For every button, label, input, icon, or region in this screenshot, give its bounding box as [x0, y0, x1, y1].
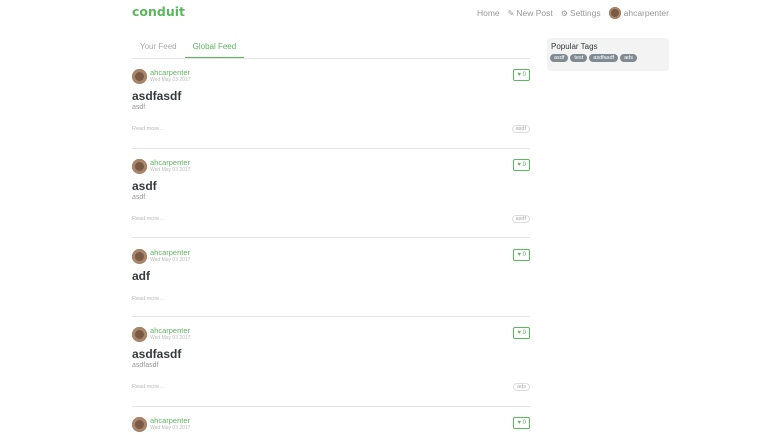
compose-icon: ✎: [507, 8, 515, 18]
author-avatar[interactable]: [132, 159, 147, 174]
nav-new-post[interactable]: ✎ New Post: [508, 8, 553, 18]
gear-icon: ⚙: [560, 8, 568, 18]
article-tag: asdf: [511, 215, 530, 223]
favorite-count: 0: [522, 72, 526, 78]
nav-settings[interactable]: ⚙ Settings: [561, 8, 601, 18]
article-meta: ahcarpenter Wed May 03 2017 ♥ 0: [132, 68, 530, 85]
read-more-link[interactable]: Read more...: [132, 384, 164, 390]
article-description: asdf: [132, 194, 146, 201]
top-nav: Home ✎ New Post ⚙ Settings ahcarpenter: [469, 7, 669, 19]
article-date: Wed May 03 2017: [150, 425, 191, 431]
article-meta: ahcarpenter Wed May 03 2017 ♥ 0: [132, 416, 530, 433]
article-date: Wed May 03 2017: [150, 167, 191, 173]
favorite-button[interactable]: ♥ 0: [513, 249, 530, 261]
tag-pill[interactable]: ads: [620, 54, 637, 62]
tag-pill[interactable]: asdfasdf: [589, 54, 619, 62]
popular-tags-title: Popular Tags: [551, 42, 598, 51]
nav-settings-label: Settings: [569, 8, 601, 18]
popular-tags-panel: Popular Tags asdf test asdfasdf ads: [547, 38, 669, 71]
feed-tabs: Your Feed Global Feed: [132, 38, 530, 59]
article-meta: ahcarpenter Wed May 03 2017 ♥ 0: [132, 248, 530, 265]
article-description: asdf: [132, 104, 146, 111]
brand-logo[interactable]: conduit: [132, 4, 185, 19]
author-avatar[interactable]: [132, 417, 147, 432]
article-date: Wed May 03 2017: [150, 77, 191, 83]
article-title[interactable]: asdfasdf: [132, 89, 530, 103]
article-preview: ahcarpenter Wed May 03 2017 ♥ 0 asdfasdf…: [132, 68, 530, 149]
article-date: Wed May 03 2017: [150, 257, 191, 263]
favorite-count: 0: [522, 252, 526, 258]
article-title[interactable]: adf: [132, 269, 530, 283]
author-avatar[interactable]: [132, 69, 147, 84]
article-preview: ahcarpenter Wed May 03 2017 ♥ 0 adf Read…: [132, 248, 530, 317]
author-link[interactable]: ahcarpenter: [150, 326, 190, 335]
article-preview: ahcarpenter Wed May 03 2017 ♥ 0 asdf asd…: [132, 158, 530, 238]
nav-home[interactable]: Home: [477, 8, 500, 18]
favorite-count: 0: [522, 330, 526, 336]
favorite-button[interactable]: ♥ 0: [513, 159, 530, 171]
tag-pill[interactable]: asdf: [550, 54, 569, 62]
article-description: asdfasdf: [132, 362, 159, 369]
favorite-button[interactable]: ♥ 0: [513, 327, 530, 339]
heart-icon: ♥: [517, 330, 521, 336]
tag-list: asdf test asdfasdf ads: [550, 54, 666, 64]
favorite-count: 0: [522, 420, 526, 426]
author-link[interactable]: ahcarpenter: [150, 68, 190, 77]
article-date: Wed May 03 2017: [150, 335, 191, 341]
read-more-link[interactable]: Read more...: [132, 296, 164, 302]
favorite-button[interactable]: ♥ 0: [513, 417, 530, 429]
heart-icon: ♥: [517, 162, 521, 168]
favorite-count: 0: [522, 162, 526, 168]
article-title[interactable]: asdf: [132, 179, 530, 193]
article-title[interactable]: asdfasdf: [132, 347, 530, 361]
article-preview: ahcarpenter Wed May 03 2017 ♥ 0: [132, 416, 530, 435]
article-meta: ahcarpenter Wed May 03 2017 ♥ 0: [132, 326, 530, 343]
nav-new-post-label: New Post: [516, 8, 553, 18]
favorite-button[interactable]: ♥ 0: [513, 69, 530, 81]
nav-username: ahcarpenter: [623, 8, 669, 18]
author-link[interactable]: ahcarpenter: [150, 248, 190, 257]
tag-pill[interactable]: test: [570, 54, 588, 62]
heart-icon: ♥: [517, 72, 521, 78]
avatar: [608, 7, 621, 19]
article-meta: ahcarpenter Wed May 03 2017 ♥ 0: [132, 158, 530, 175]
nav-profile[interactable]: ahcarpenter: [608, 7, 669, 19]
author-avatar[interactable]: [132, 249, 147, 264]
article-preview: ahcarpenter Wed May 03 2017 ♥ 0 asdfasdf…: [132, 326, 530, 407]
author-avatar[interactable]: [132, 327, 147, 342]
author-link[interactable]: ahcarpenter: [150, 416, 190, 425]
article-tag: ads: [513, 383, 530, 391]
read-more-link[interactable]: Read more...: [132, 216, 164, 222]
author-link[interactable]: ahcarpenter: [150, 158, 190, 167]
tab-global-feed[interactable]: Global Feed: [184, 38, 245, 58]
article-tag: asdf: [511, 125, 530, 133]
tab-your-feed[interactable]: Your Feed: [132, 38, 185, 58]
heart-icon: ♥: [517, 420, 521, 426]
heart-icon: ♥: [517, 252, 521, 258]
read-more-link[interactable]: Read more...: [132, 126, 164, 132]
